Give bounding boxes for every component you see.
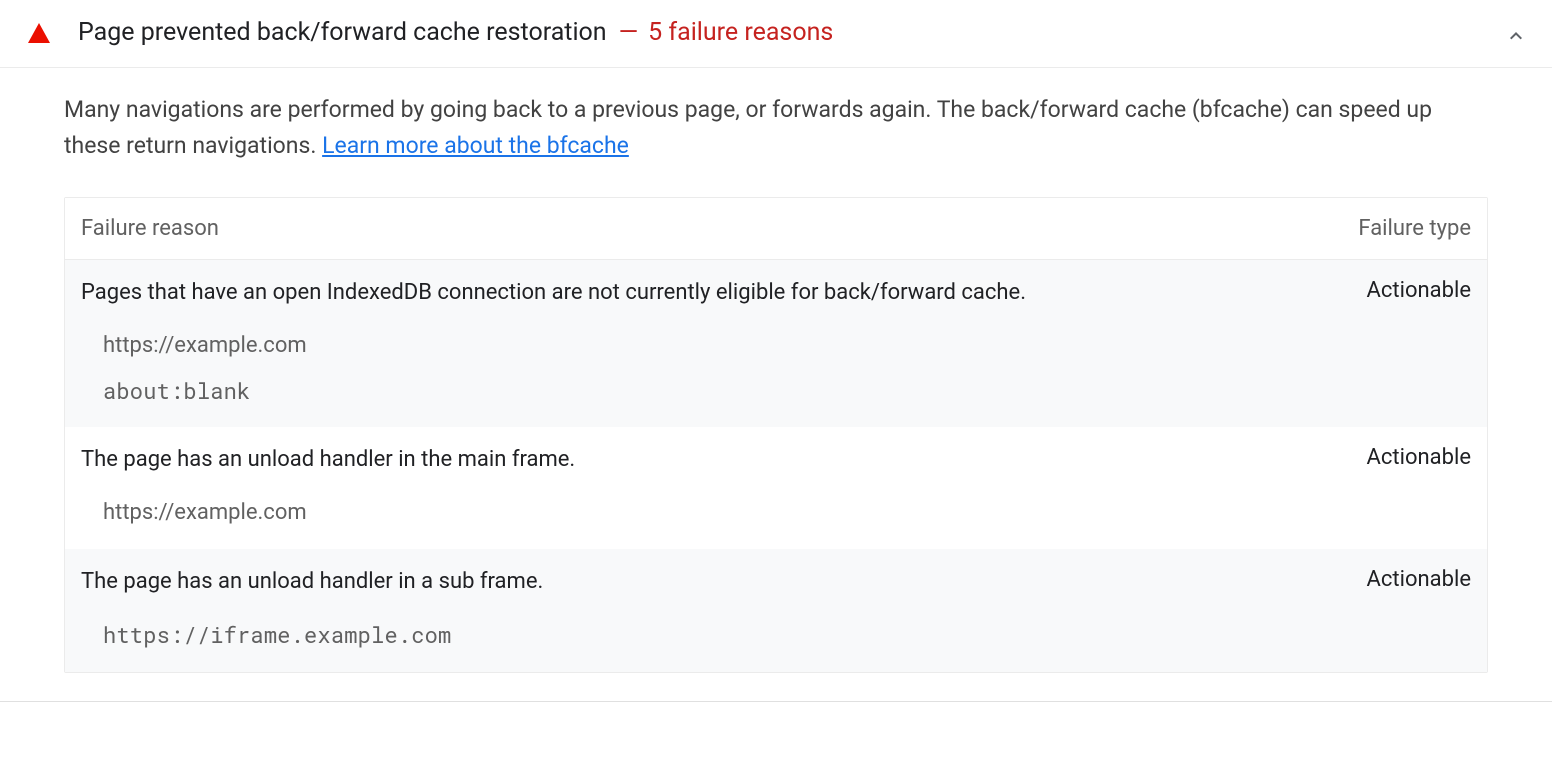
failure-reason: Pages that have an open IndexedDB connec… <box>81 278 1311 308</box>
dash-separator: — <box>619 18 639 47</box>
row-top: The page has an unload handler in a sub … <box>81 567 1471 597</box>
description-text: Many navigations are performed by going … <box>64 96 1432 159</box>
learn-more-link[interactable]: Learn more about the bfcache <box>322 132 629 159</box>
table-row: Pages that have an open IndexedDB connec… <box>65 260 1487 427</box>
audit-header[interactable]: Page prevented back/forward cache restor… <box>0 0 1552 68</box>
failure-count: 5 failure reasons <box>648 18 833 47</box>
failure-reason: The page has an unload handler in a sub … <box>81 567 1311 597</box>
failure-urls: https://iframe.example.com <box>81 621 1471 650</box>
failure-type: Actionable <box>1311 445 1471 470</box>
failure-urls: https://example.com about:blank <box>81 332 1471 405</box>
failure-url: https://example.com <box>103 332 1471 361</box>
failure-url: https://example.com <box>103 499 1471 528</box>
audit-panel: Page prevented back/forward cache restor… <box>0 0 1552 702</box>
row-top: Pages that have an open IndexedDB connec… <box>81 278 1471 308</box>
table-rows: Pages that have an open IndexedDB connec… <box>65 260 1487 671</box>
warning-triangle-icon <box>28 23 50 43</box>
row-top: The page has an unload handler in the ma… <box>81 445 1471 475</box>
audit-title: Page prevented back/forward cache restor… <box>78 18 607 47</box>
failure-urls: https://example.com <box>81 499 1471 528</box>
column-header-type: Failure type <box>1311 216 1471 241</box>
failure-type: Actionable <box>1311 278 1471 303</box>
failure-url: about:blank <box>103 377 1471 406</box>
table-header: Failure reason Failure type <box>65 198 1487 260</box>
failure-table: Failure reason Failure type Pages that h… <box>64 197 1488 672</box>
failure-url: https://iframe.example.com <box>103 621 1471 650</box>
audit-description: Many navigations are performed by going … <box>64 92 1488 163</box>
failure-reason: The page has an unload handler in the ma… <box>81 445 1311 475</box>
table-row: The page has an unload handler in the ma… <box>65 427 1487 549</box>
failure-type: Actionable <box>1311 567 1471 592</box>
column-header-reason: Failure reason <box>81 216 1311 241</box>
audit-body: Many navigations are performed by going … <box>0 68 1552 701</box>
table-row: The page has an unload handler in a sub … <box>65 549 1487 671</box>
chevron-up-icon[interactable] <box>1504 24 1528 48</box>
